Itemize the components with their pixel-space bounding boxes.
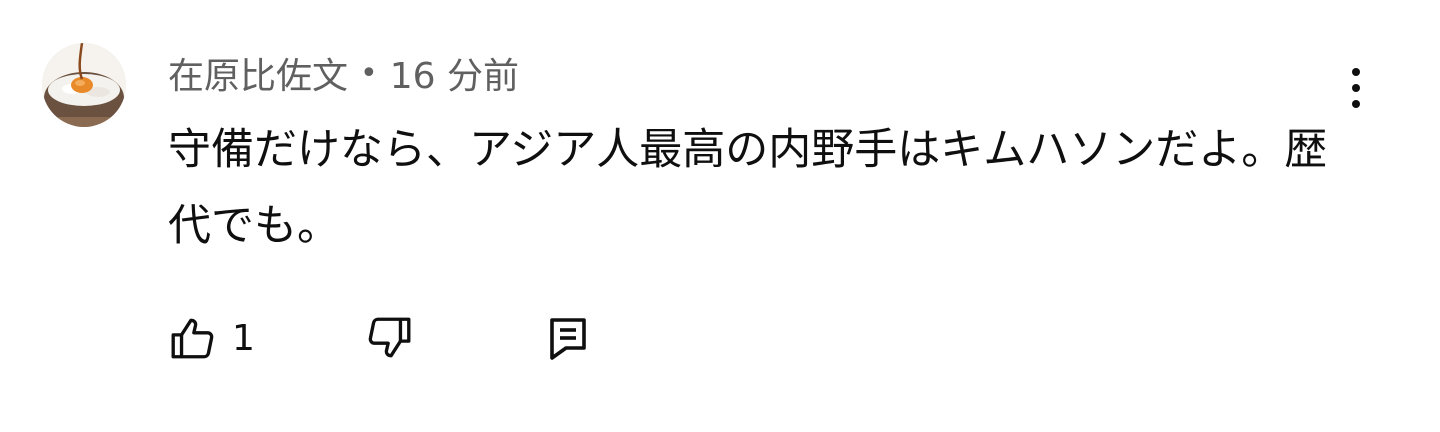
thumb-up-icon xyxy=(171,318,214,359)
comment-header: 在原比佐文 • 16 分前 xyxy=(168,48,519,98)
more-vert-icon-dot xyxy=(1352,100,1360,108)
header-separator: • xyxy=(360,55,378,91)
author-name[interactable]: 在原比佐文 xyxy=(168,47,348,99)
avatar[interactable] xyxy=(42,43,126,127)
thumb-down-icon xyxy=(368,317,411,358)
comment-text: 守備だけなら、アジア人最高の内野手はキムハソンだよ。歴代でも。 xyxy=(168,125,1328,251)
comment-actions: 1 xyxy=(168,312,608,364)
reply-comment-icon xyxy=(550,318,586,360)
more-vert-icon-dot xyxy=(1352,84,1360,92)
more-vert-icon xyxy=(1352,68,1360,76)
avatar-rice-egg-icon xyxy=(42,43,126,127)
comment-timestamp[interactable]: 16 分前 xyxy=(390,47,519,99)
more-options-button[interactable] xyxy=(1336,64,1376,112)
like-count: 1 xyxy=(232,317,255,359)
dislike-button[interactable] xyxy=(364,312,414,364)
reply-button[interactable] xyxy=(548,312,588,364)
like-button[interactable]: 1 xyxy=(168,312,255,364)
comment-item: 在原比佐文 • 16 分前 守備だけなら、アジア人最高の内野手はキムハソンだよ。… xyxy=(0,0,1440,432)
